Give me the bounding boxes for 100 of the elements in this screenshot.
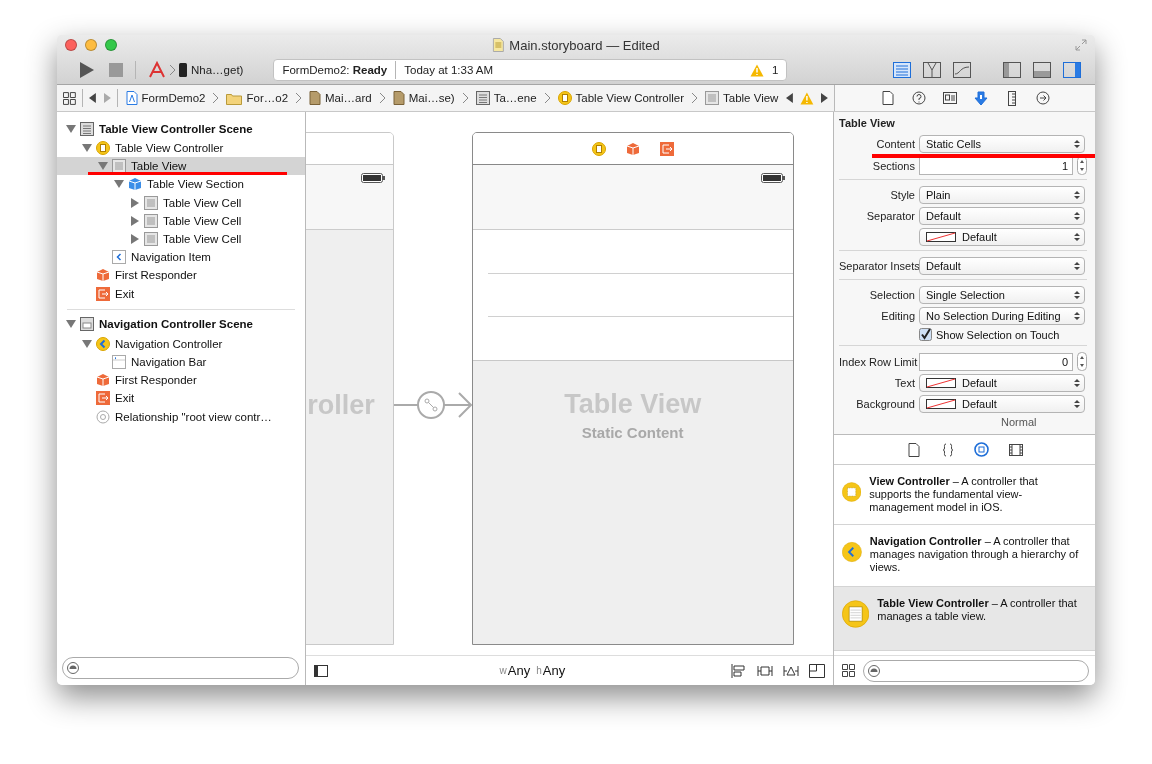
outline-row[interactable]: Table View Cell bbox=[57, 211, 305, 230]
size-class-button[interactable]: wAny hAny bbox=[491, 661, 568, 680]
library-item-text: Navigation Controller – A controller that manages navigation through a hierarchy of views. bbox=[869, 534, 1079, 574]
library-item[interactable]: Table View Controller – A controller that manages a table view. bbox=[834, 587, 1095, 651]
updown-arrows-icon bbox=[1074, 290, 1080, 300]
outline-row[interactable]: Navigation Controller Scene bbox=[57, 313, 305, 335]
checkbox[interactable] bbox=[919, 328, 932, 341]
breadcrumb[interactable]: Table View Controller bbox=[555, 91, 686, 105]
popup-button[interactable]: No Selection During Editing bbox=[919, 307, 1085, 325]
breadcrumb[interactable]: Mai…se) bbox=[390, 91, 457, 105]
outline-label: Table View bbox=[131, 160, 187, 173]
phone-icon bbox=[179, 63, 187, 77]
popup-button[interactable]: Default bbox=[919, 257, 1085, 275]
breadcrumb[interactable]: Table View bbox=[703, 91, 781, 105]
compare-icon bbox=[953, 62, 971, 78]
color-popup-button[interactable]: Default bbox=[919, 374, 1085, 392]
outline-row[interactable]: Table View Section bbox=[57, 175, 305, 194]
outline-label: Navigation Controller Scene bbox=[99, 318, 253, 331]
file-icon bbox=[907, 442, 920, 457]
outline-row[interactable]: Table View Cell bbox=[57, 229, 305, 249]
outline-row[interactable]: Table View Cell bbox=[57, 193, 305, 212]
outline-row[interactable]: Navigation Item bbox=[57, 248, 305, 267]
right-panel-icon bbox=[1063, 62, 1081, 78]
arrow-circle-icon bbox=[1035, 91, 1050, 105]
outline-row[interactable]: Exit bbox=[57, 389, 305, 408]
breadcrumb[interactable]: FormDemo2 bbox=[123, 91, 208, 105]
updown-arrows-icon bbox=[1074, 311, 1080, 321]
disclosure-triangle-icon[interactable] bbox=[129, 234, 141, 245]
outline-row[interactable]: Table View bbox=[57, 157, 305, 176]
disclosure-triangle-icon[interactable] bbox=[65, 319, 77, 330]
popup-button[interactable]: Default bbox=[919, 207, 1085, 225]
outline-row[interactable]: Table View Controller bbox=[57, 139, 305, 158]
back-icon[interactable] bbox=[88, 93, 97, 103]
back-icon[interactable] bbox=[786, 93, 795, 103]
breadcrumb[interactable]: For…o2 bbox=[224, 91, 291, 105]
outline-row[interactable]: Navigation Bar bbox=[57, 352, 305, 372]
stop-icon bbox=[109, 63, 123, 77]
sidebar-toggle-icon[interactable] bbox=[313, 664, 328, 677]
forward-icon[interactable] bbox=[820, 93, 828, 103]
resolve-icon[interactable] bbox=[783, 663, 799, 678]
breadcrumb[interactable]: Ta…ene bbox=[473, 91, 539, 105]
scheme-selector[interactable]: Nha…get) bbox=[146, 59, 246, 81]
color-popup-button[interactable]: Default bbox=[919, 395, 1085, 413]
disclosure-triangle-icon[interactable] bbox=[97, 161, 109, 172]
close-button[interactable] bbox=[65, 39, 77, 51]
resize-icon[interactable] bbox=[809, 663, 825, 678]
popup-button[interactable]: Single Selection bbox=[919, 286, 1085, 304]
table-icon bbox=[144, 213, 158, 228]
inspector-tab[interactable] bbox=[1033, 89, 1052, 107]
outline-label: First Responder bbox=[115, 269, 197, 282]
checkbox-label[interactable]: Show Selection on Touch bbox=[919, 328, 1087, 341]
field-label: Content bbox=[875, 138, 915, 150]
pin-icon[interactable] bbox=[757, 663, 773, 678]
outline-label: Table View Controller bbox=[115, 142, 224, 155]
disclosure-triangle-icon[interactable] bbox=[81, 143, 93, 154]
window-title: Main.storyboard — Edited bbox=[509, 37, 660, 53]
filter-field[interactable] bbox=[62, 657, 299, 679]
chevron-icon bbox=[170, 65, 175, 75]
popup-button[interactable]: Static Cells bbox=[919, 135, 1085, 153]
zoom-button[interactable] bbox=[105, 39, 117, 51]
outline-row[interactable]: Relationship "root view contr… bbox=[57, 407, 305, 426]
color-popup-button[interactable]: Default bbox=[919, 228, 1085, 246]
inspector-tab[interactable] bbox=[940, 89, 959, 107]
disclosure-triangle-icon[interactable] bbox=[113, 179, 125, 190]
related-items-icon[interactable] bbox=[63, 91, 76, 105]
ruler-icon bbox=[1007, 90, 1016, 106]
ring-icon bbox=[96, 409, 110, 424]
field-label: Separator bbox=[865, 210, 915, 222]
disclosure-triangle-icon[interactable] bbox=[129, 197, 141, 208]
help-icon bbox=[911, 91, 926, 105]
outline-label: Table View Cell bbox=[163, 214, 242, 227]
updown-arrows-icon bbox=[1074, 190, 1080, 200]
project-file-icon bbox=[125, 91, 138, 105]
inspector-tab[interactable] bbox=[971, 89, 990, 107]
outline-row[interactable]: First Responder bbox=[57, 266, 305, 285]
disclosure-triangle-icon[interactable] bbox=[129, 215, 141, 226]
updown-arrows-icon bbox=[1074, 261, 1080, 271]
outline-label: Table View Cell bbox=[163, 233, 242, 246]
disclosure-triangle-icon[interactable] bbox=[65, 123, 77, 134]
library-tab[interactable] bbox=[972, 440, 991, 459]
outline-row[interactable]: Exit bbox=[57, 284, 305, 303]
align-icon[interactable] bbox=[731, 663, 747, 678]
library-item[interactable]: Navigation Controller – A controller that manages navigation through a hierarchy of views. bbox=[834, 525, 1095, 587]
exit-icon bbox=[96, 391, 110, 406]
outline-row[interactable]: Table View Controller Scene bbox=[57, 118, 305, 139]
inspector-tab[interactable] bbox=[909, 89, 928, 107]
tuxedo-icon bbox=[923, 62, 941, 78]
grid-view-icon[interactable] bbox=[842, 664, 855, 677]
number-field[interactable]: 0 bbox=[919, 352, 1073, 371]
breadcrumb[interactable]: Mai…ard bbox=[307, 91, 374, 105]
stepper[interactable] bbox=[1077, 352, 1087, 371]
outline-row[interactable]: Navigation Controller bbox=[57, 334, 305, 353]
updown-arrows-icon bbox=[1074, 232, 1080, 242]
outline-row[interactable]: First Responder bbox=[57, 371, 305, 390]
filter-field[interactable] bbox=[863, 659, 1089, 682]
down-arrow-icon bbox=[973, 90, 988, 106]
library-item[interactable]: View Controller – A controller that supports the fundamental view-management model in iOS. bbox=[834, 465, 1095, 525]
popup-button[interactable]: Plain bbox=[919, 186, 1085, 204]
storyboard-icon bbox=[309, 91, 322, 105]
disclosure-triangle-icon[interactable] bbox=[81, 338, 93, 349]
